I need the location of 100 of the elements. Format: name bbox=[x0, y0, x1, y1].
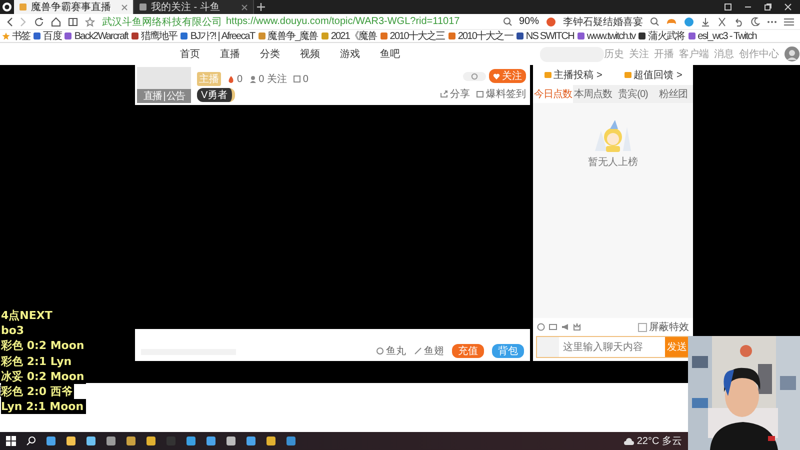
bookmark[interactable]: 猎鹰地平 bbox=[130, 29, 178, 43]
zoom-level[interactable]: 90% bbox=[518, 16, 539, 27]
close-icon[interactable] bbox=[784, 3, 792, 11]
box-icon bbox=[292, 75, 301, 83]
settings-icon bbox=[471, 72, 478, 80]
reader-icon[interactable] bbox=[68, 16, 78, 26]
bookmark[interactable]: 魔兽争_魔兽 bbox=[258, 29, 318, 43]
nav-link[interactable]: 首页 bbox=[180, 47, 200, 61]
site-icon bbox=[64, 32, 72, 40]
share-icon bbox=[440, 90, 448, 98]
bookmark[interactable]: BJ가?! | AfreecaT bbox=[180, 29, 255, 43]
star-icon bbox=[2, 32, 10, 40]
url-text[interactable]: https://www.douyu.com/topic/WAR3-WGL?rid=11017 bbox=[226, 16, 460, 27]
reload-icon[interactable] bbox=[34, 16, 44, 26]
site-icon bbox=[688, 32, 696, 40]
page-icon bbox=[139, 3, 147, 11]
bookmark[interactable]: 2010十大之三 bbox=[380, 29, 445, 43]
heart-icon bbox=[493, 72, 500, 80]
weather-text[interactable]: 22°C 多云 bbox=[636, 434, 682, 448]
star-icon[interactable] bbox=[85, 16, 95, 26]
settings-pill[interactable] bbox=[463, 72, 486, 80]
bookmark[interactable]: www.twitch.tv bbox=[576, 30, 636, 42]
site-icon bbox=[380, 32, 388, 40]
restore-icon[interactable] bbox=[764, 3, 772, 11]
browser-tab[interactable]: 魔兽争霸赛事直播 bbox=[14, 0, 134, 14]
overlay-text: 彩色 2:0 西爷 bbox=[1, 384, 74, 400]
bookmark[interactable]: esl_wc3 - Twitch bbox=[688, 30, 756, 42]
overlay-text: Lyn 2:1 Moon bbox=[1, 399, 86, 414]
bookmark[interactable]: 2010十大之一 bbox=[448, 29, 513, 43]
bookmark[interactable]: NS SWITCH bbox=[516, 30, 574, 42]
menu-icon[interactable] bbox=[784, 18, 794, 26]
stat-count: 0 关注 bbox=[258, 72, 287, 86]
page-icon bbox=[19, 3, 27, 11]
site-icon bbox=[576, 32, 585, 40]
cloud-icon bbox=[624, 438, 634, 444]
back-icon[interactable] bbox=[6, 16, 13, 26]
circle-icon bbox=[376, 347, 384, 355]
avatar-icon[interactable] bbox=[784, 46, 800, 62]
share-link[interactable]: 分享 bbox=[450, 87, 470, 101]
badge-icon bbox=[544, 71, 552, 79]
site-icon bbox=[448, 32, 456, 40]
windows-start-icon[interactable] bbox=[6, 436, 16, 446]
hot-search-text[interactable]: 李钟石疑结婚喜宴 bbox=[563, 14, 643, 28]
site-icon bbox=[33, 32, 42, 40]
nav-link[interactable]: 视频 bbox=[300, 47, 320, 61]
empty-ranking-text: 暂无人上榜 bbox=[588, 156, 638, 169]
bookmark[interactable]: Back2Warcraft bbox=[64, 30, 128, 42]
new-tab-icon[interactable] bbox=[254, 0, 268, 14]
zoom-icon[interactable] bbox=[502, 17, 512, 26]
search-icon[interactable] bbox=[26, 436, 36, 446]
megaphone-icon[interactable] bbox=[561, 323, 569, 331]
stat-count: 0 bbox=[302, 74, 308, 84]
fish-ball-link[interactable]: 鱼丸 bbox=[386, 344, 406, 358]
bookmark[interactable]: 百度 bbox=[33, 29, 62, 43]
chat-bubble-icon[interactable] bbox=[684, 16, 694, 26]
site-icon bbox=[516, 32, 524, 40]
site-icon bbox=[638, 32, 646, 40]
download-icon[interactable] bbox=[701, 16, 710, 26]
flame-icon bbox=[227, 75, 235, 83]
more-icon[interactable] bbox=[767, 20, 777, 24]
gift-icon bbox=[624, 71, 632, 79]
submit-link[interactable]: 主播投稿 > bbox=[544, 68, 602, 82]
overlay-text: 彩色 0:2 Moon bbox=[1, 338, 86, 354]
scissors-icon[interactable] bbox=[717, 16, 727, 26]
nav-link[interactable]: 鱼吧 bbox=[380, 47, 400, 61]
image-icon[interactable] bbox=[549, 323, 557, 331]
overlay-text: 彩色 2:1 Lyn bbox=[1, 354, 74, 369]
browser-logo-icon[interactable] bbox=[2, 2, 12, 12]
level-badge: V勇者 bbox=[197, 88, 235, 102]
sticker-thumbnail[interactable] bbox=[537, 337, 559, 357]
crown-icon[interactable] bbox=[573, 323, 581, 331]
site-identity: 武汉斗鱼网络科技有限公司 bbox=[102, 16, 222, 28]
moon-icon[interactable] bbox=[751, 17, 760, 26]
chat-tab[interactable]: 今日点数 bbox=[533, 85, 573, 103]
calendar-icon bbox=[476, 90, 484, 98]
hot-search-icon[interactable] bbox=[546, 16, 556, 26]
nav-link[interactable]: 分类 bbox=[260, 47, 280, 61]
nav-link[interactable]: 直播 bbox=[220, 47, 240, 61]
browser-tab[interactable]: 我的关注 - 斗鱼 bbox=[134, 0, 254, 14]
bookmark[interactable]: 2021《魔兽 bbox=[320, 29, 377, 43]
checkbox[interactable] bbox=[638, 322, 647, 332]
home-icon[interactable] bbox=[51, 16, 61, 26]
site-icon bbox=[130, 32, 139, 40]
site-icon bbox=[320, 32, 329, 40]
overlay-text: 冰妥 0:2 Moon bbox=[1, 368, 86, 384]
person-icon bbox=[248, 75, 257, 83]
overlay-text: 4点NEXT bbox=[1, 308, 54, 324]
reward-link[interactable]: 超值回馈 > bbox=[624, 68, 682, 82]
checkbox-label[interactable]: 屏蔽特效 bbox=[649, 320, 689, 334]
emoji-icon[interactable] bbox=[537, 323, 545, 331]
site-icon bbox=[180, 32, 188, 40]
site-icon bbox=[258, 32, 266, 40]
thumbnail-label: 直播 | 公告 bbox=[137, 89, 191, 103]
bookmark[interactable]: 蒲火武将 bbox=[638, 29, 685, 43]
anchor-tag: 主播 bbox=[197, 72, 221, 86]
nav-link[interactable]: 游戏 bbox=[340, 47, 360, 61]
bookmark[interactable]: 书签 bbox=[2, 29, 30, 43]
undo-icon[interactable] bbox=[734, 16, 744, 26]
report-link[interactable]: 爆料签到 bbox=[486, 87, 526, 101]
fish-fin-link[interactable]: 鱼翅 bbox=[424, 344, 444, 358]
